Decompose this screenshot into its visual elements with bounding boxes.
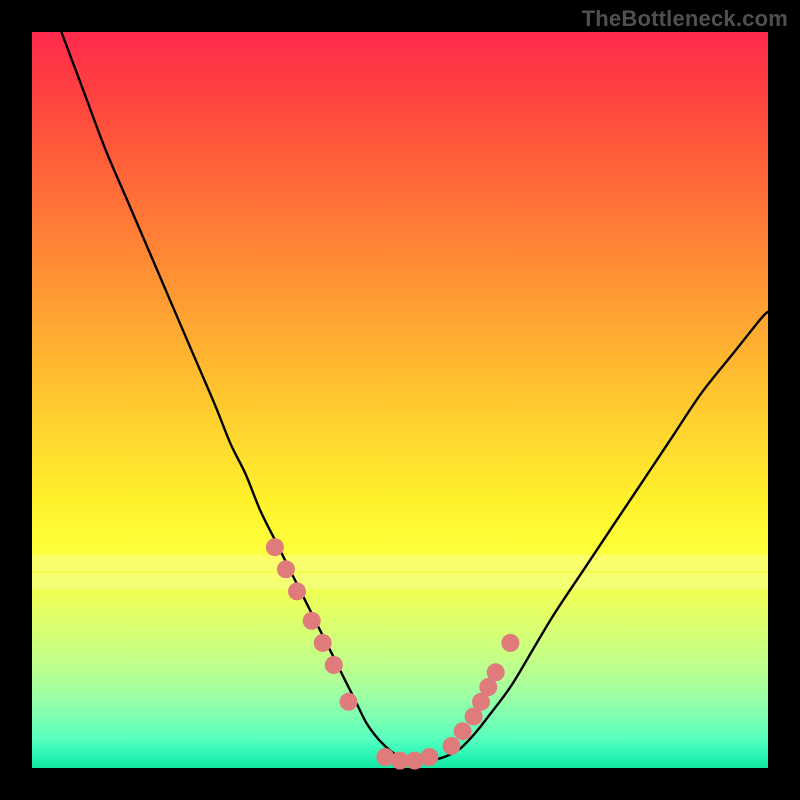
- marker-dot: [420, 748, 438, 766]
- watermark-text: TheBottleneck.com: [582, 6, 788, 32]
- marker-dot: [325, 656, 343, 674]
- marker-dot: [266, 538, 284, 556]
- chart-frame: TheBottleneck.com: [0, 0, 800, 800]
- marker-dot: [443, 737, 461, 755]
- marker-dot: [314, 634, 332, 652]
- marker-dot: [501, 634, 519, 652]
- marker-dot: [288, 582, 306, 600]
- marker-dot: [303, 612, 321, 630]
- marker-dot: [454, 722, 472, 740]
- curve-svg: [32, 32, 768, 768]
- plot-area: [32, 32, 768, 768]
- curve-markers: [266, 538, 520, 769]
- bottleneck-curve: [61, 32, 768, 761]
- marker-dot: [340, 693, 358, 711]
- marker-dot: [277, 560, 295, 578]
- marker-dot: [487, 663, 505, 681]
